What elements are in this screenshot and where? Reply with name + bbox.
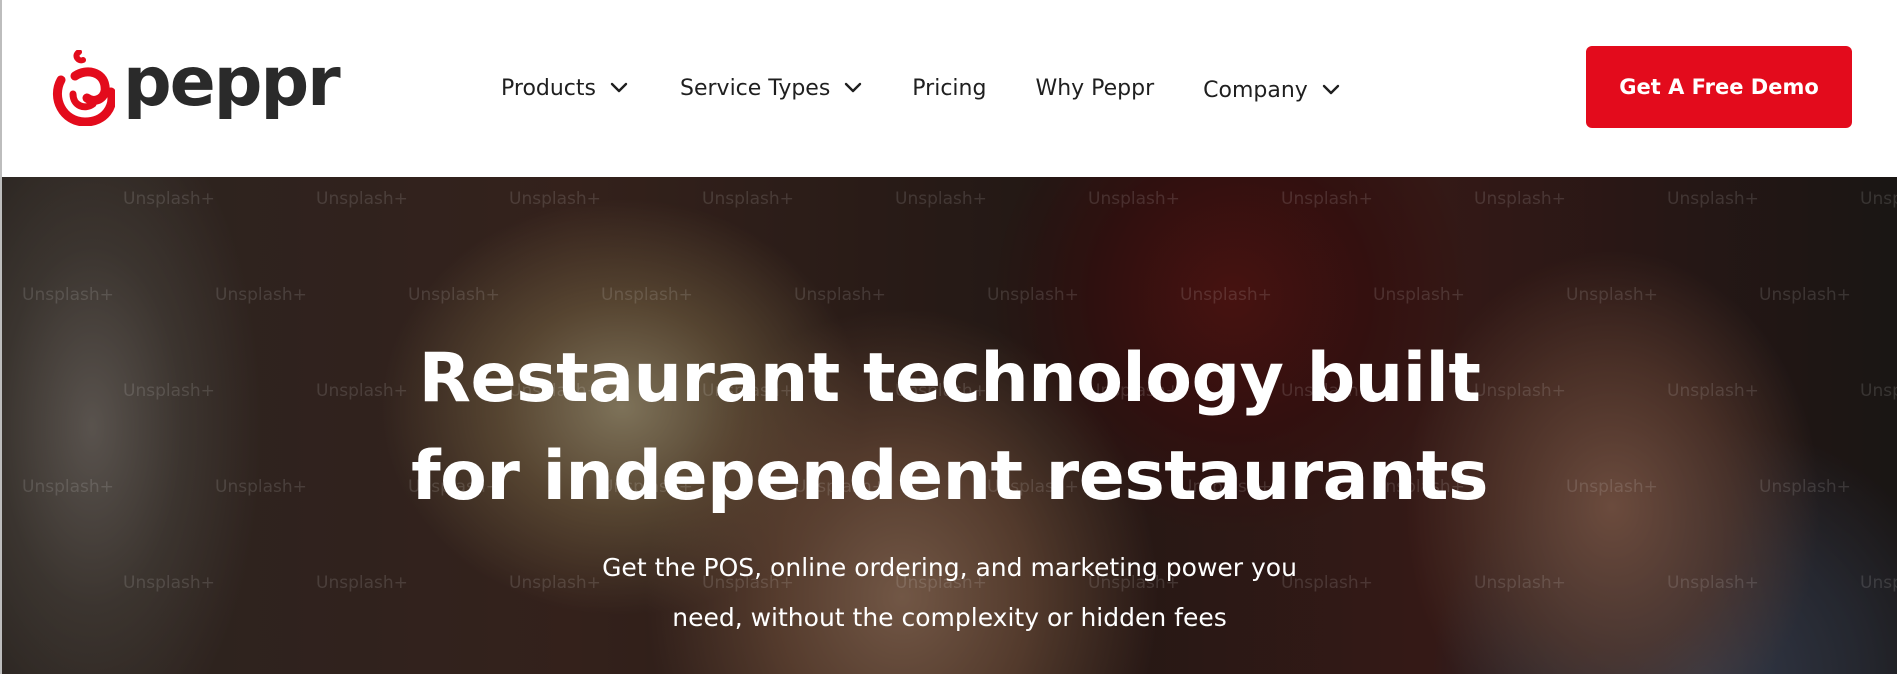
unsplash-watermark: Unsplash+ xyxy=(1667,189,1759,209)
logo-link[interactable]: peppr xyxy=(49,43,341,128)
unsplash-watermark: Unsplash+ xyxy=(895,189,987,209)
unsplash-watermark: Unsplash+ xyxy=(215,285,307,305)
hero-subtitle-line: Get the POS, online ordering, and market… xyxy=(602,553,1297,582)
logo-wordmark: peppr xyxy=(123,43,341,122)
hero-subtitle: Get the POS, online ordering, and market… xyxy=(2,543,1897,643)
page: peppr Products Service Types Pricing Why… xyxy=(0,0,1897,674)
unsplash-watermark: Unsplash+ xyxy=(794,285,886,305)
main-nav: Products Service Types Pricing Why Peppr… xyxy=(501,68,1340,108)
unsplash-watermark: Unsplash+ xyxy=(509,189,601,209)
chevron-down-icon xyxy=(845,82,862,93)
unsplash-watermark: Unsplash+ xyxy=(1373,285,1465,305)
hero-title-line: Restaurant technology built xyxy=(418,339,1481,418)
unsplash-watermark: Unsplash+ xyxy=(702,189,794,209)
unsplash-watermark: Unsplash+ xyxy=(316,189,408,209)
nav-item-products[interactable]: Products xyxy=(501,76,628,101)
nav-item-label: Service Types xyxy=(680,75,831,101)
unsplash-watermark: Unsplash+ xyxy=(1474,189,1566,209)
nav-item-service-types[interactable]: Service Types xyxy=(680,76,862,101)
unsplash-watermark: Unsplash+ xyxy=(123,189,215,209)
unsplash-watermark: Unsplash+ xyxy=(1860,189,1897,209)
hero-subtitle-line: need, without the complexity or hidden f… xyxy=(672,603,1227,632)
pepper-logo-icon xyxy=(52,50,115,126)
nav-item-why-peppr[interactable]: Why Peppr xyxy=(1035,76,1154,101)
get-free-demo-button[interactable]: Get A Free Demo xyxy=(1586,46,1852,128)
nav-item-label: Products xyxy=(501,75,596,101)
unsplash-watermark: Unsplash+ xyxy=(1759,285,1851,305)
nav-item-label: Company xyxy=(1203,77,1308,103)
unsplash-watermark: Unsplash+ xyxy=(601,285,693,305)
nav-item-label: Pricing xyxy=(912,75,987,101)
nav-item-label: Why Peppr xyxy=(1035,75,1155,101)
site-header: peppr Products Service Types Pricing Why… xyxy=(2,0,1897,177)
unsplash-watermark: Unsplash+ xyxy=(1281,189,1373,209)
unsplash-watermark: Unsplash+ xyxy=(1088,189,1180,209)
nav-item-pricing[interactable]: Pricing xyxy=(912,76,986,101)
unsplash-watermark: Unsplash+ xyxy=(22,285,114,305)
chevron-down-icon xyxy=(1322,84,1340,95)
hero-title: Restaurant technology built for independ… xyxy=(2,330,1897,526)
unsplash-watermark: Unsplash+ xyxy=(408,285,500,305)
nav-item-company[interactable]: Company xyxy=(1203,78,1340,103)
unsplash-watermark: Unsplash+ xyxy=(987,285,1079,305)
hero-title-line: for independent restaurants xyxy=(411,437,1488,516)
unsplash-watermark: Unsplash+ xyxy=(1566,285,1658,305)
chevron-down-icon xyxy=(610,82,628,93)
hero-section: Unsplash+ Unsplash+ Unsplash+ Unsplash+ Unsp… xyxy=(2,177,1897,674)
unsplash-watermark: Unsplash+ xyxy=(1180,285,1272,305)
